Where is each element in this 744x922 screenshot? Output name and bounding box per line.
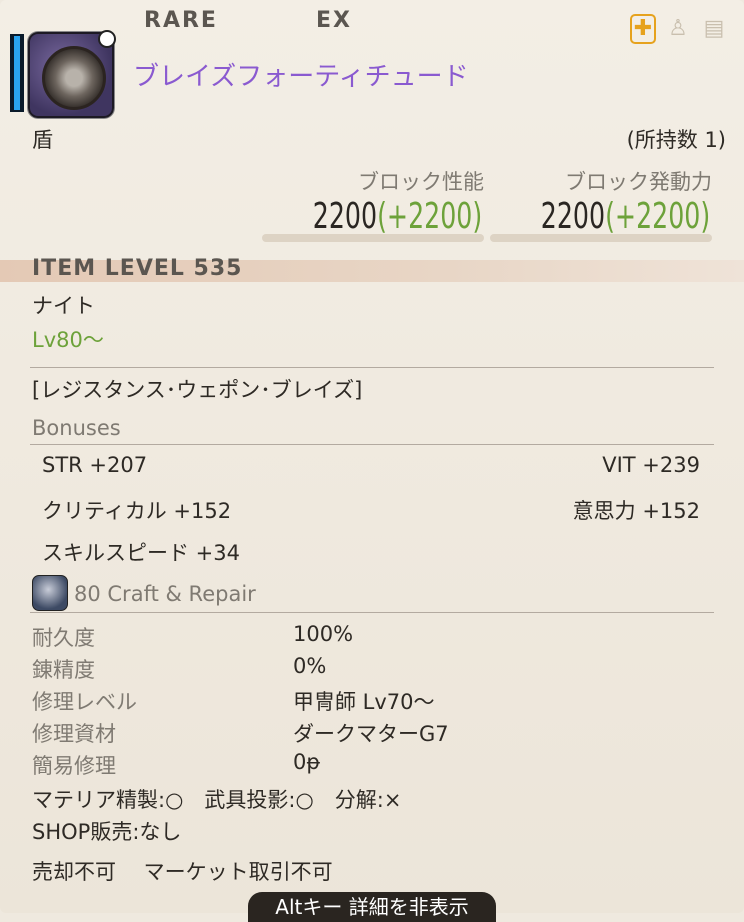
toggle-details-hint[interactable]: Altキー 詳細を非表示 (248, 892, 496, 922)
durability-value: 100% (293, 622, 354, 646)
repair-material-label: 修理資材 (32, 722, 116, 746)
ex-label: EX (316, 8, 352, 33)
armory-icon: ✚ (630, 14, 656, 44)
rarity-bar (10, 34, 24, 112)
item-category: 盾 (32, 128, 53, 152)
job-class: ナイト (32, 294, 95, 318)
divider (30, 612, 714, 613)
spiritbond-value: 0% (293, 654, 327, 678)
sell-info: 売却不可 マーケット取引不可 (32, 860, 333, 884)
bonus-str: STR +207 (42, 453, 148, 477)
bonus-det: 意思力 +152 (572, 499, 700, 523)
block-label: ブロック性能 (358, 170, 484, 194)
series-name: [レジスタンス･ウェポン･ブレイズ] (32, 378, 363, 402)
repair-material-value: ダークマターG7 (293, 722, 449, 746)
rarity-label: RARE (144, 8, 218, 33)
block-value: 2200(+2200) (312, 196, 482, 237)
item-tooltip: RARE EX ブレイズフォーティチュード ✚ ♙ ▤ 盾 (所持数 1) ブロ… (0, 0, 744, 922)
materia-info: マテリア精製:○ 武具投影:○ 分解:× (32, 788, 402, 812)
spiritbond-label: 錬精度 (32, 658, 95, 682)
status-icons: ✚ ♙ ▤ (630, 14, 728, 44)
craft-title: 80 Craft & Repair (74, 582, 256, 606)
repair-level-label: 修理レベル (32, 690, 137, 714)
retainer-icon: ▤ (703, 16, 725, 41)
durability-label: 耐久度 (32, 626, 95, 650)
quick-repair-value: 0ᵽ (293, 750, 321, 774)
glamour-icon: ♙ (668, 16, 688, 41)
block-rate-label: ブロック発動力 (565, 170, 712, 194)
shield-item-icon (28, 30, 116, 118)
level-requirement: Lv80～ (32, 328, 104, 352)
block-rate-value: 2200(+2200) (540, 196, 710, 237)
item-level: ITEM LEVEL 535 (32, 256, 243, 281)
quick-repair-label: 簡易修理 (32, 754, 116, 778)
bonuses-title: Bonuses (32, 416, 121, 440)
divider (30, 444, 714, 445)
bonus-vit: VIT +239 (602, 453, 700, 477)
divider (30, 367, 714, 368)
item-name: ブレイズフォーティチュード (133, 62, 469, 92)
shop-info: SHOP販売:なし (32, 820, 182, 844)
bonus-sks: スキルスピード +34 (42, 541, 240, 565)
repair-level-value: 甲冑師 Lv70～ (293, 690, 435, 714)
craft-repair-icon (32, 575, 68, 611)
bonus-crit: クリティカル +152 (42, 499, 232, 523)
owned-count: (所持数 1) (626, 128, 726, 152)
